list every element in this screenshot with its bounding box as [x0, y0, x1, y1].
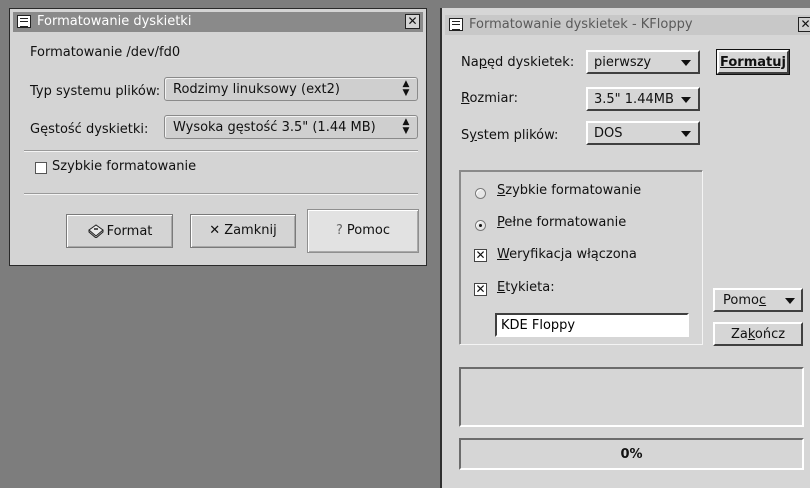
- floppy-disk-icon: [87, 224, 104, 239]
- filesystem-type-value: Rodzimy linuksowy (ext2): [173, 82, 340, 97]
- separator: [24, 193, 418, 195]
- filesystem-value: DOS: [594, 126, 623, 141]
- density-value: Wysoka gęstość 3.5" (1.44 MB): [173, 120, 376, 135]
- close-button[interactable]: ✕ Zamknij: [190, 214, 296, 248]
- close-window-button[interactable]: ✕: [405, 14, 420, 29]
- dialog-title: Formatowanie dyskietki: [37, 14, 192, 29]
- filesystem-combo[interactable]: DOS: [586, 121, 700, 145]
- volume-label-checkbox[interactable]: ✕: [474, 283, 487, 296]
- format-button[interactable]: Formatuj: [716, 49, 790, 75]
- close-button-label: Zamknij: [224, 223, 277, 238]
- quick-format-label: Szybkie formatowanie: [497, 183, 642, 198]
- format-button-label: Format: [106, 224, 153, 239]
- quick-format-checkbox[interactable]: [35, 162, 47, 174]
- density-label: Gęstość dyskietki:: [30, 122, 149, 137]
- up-down-arrows-icon: ▲ ▼: [402, 117, 410, 136]
- close-window-button[interactable]: ✕: [798, 17, 810, 32]
- help-button[interactable]: Pomoc: [713, 288, 803, 312]
- dialog-titlebar[interactable]: Formatowanie dyskietki ✕: [13, 12, 423, 32]
- format-button-label: Formatuj: [720, 55, 786, 70]
- quick-format-radio[interactable]: [475, 188, 486, 199]
- progress-text: 0%: [620, 447, 643, 462]
- full-format-radio[interactable]: [475, 220, 486, 231]
- verify-checkbox[interactable]: ✕: [474, 249, 487, 262]
- drive-value: pierwszy: [594, 55, 652, 70]
- volume-label-label: Etykieta:: [497, 280, 555, 295]
- window-menu-icon[interactable]: [17, 15, 31, 28]
- x-icon: ✕: [209, 223, 221, 238]
- density-select[interactable]: Wysoka gęstość 3.5" (1.44 MB) ▲ ▼: [164, 115, 418, 139]
- dropdown-arrow-icon: [785, 298, 795, 304]
- kfloppy-title: Formatowanie dyskietek - KFloppy: [469, 17, 693, 32]
- filesystem-type-label: Typ systemu plików:: [30, 84, 161, 99]
- up-down-arrows-icon: ▲ ▼: [402, 79, 410, 98]
- filesystem-type-select[interactable]: Rodzimy linuksowy (ext2) ▲ ▼: [164, 77, 418, 101]
- full-format-label: Pełne formatowanie: [497, 215, 627, 230]
- quick-format-label: Szybkie formatowanie: [52, 159, 197, 174]
- drive-label: Napęd dyskietek:: [461, 55, 575, 70]
- help-button[interactable]: ? Pomoc: [307, 209, 419, 253]
- dropdown-arrow-icon: [681, 60, 691, 66]
- verify-label: Weryfikacja włączona: [497, 247, 637, 262]
- volume-label-field[interactable]: [495, 313, 689, 337]
- filesystem-label: System plików:: [461, 128, 559, 143]
- question-icon: ?: [335, 223, 343, 238]
- size-combo[interactable]: 3.5" 1.44MB: [586, 87, 700, 111]
- drive-combo[interactable]: pierwszy: [586, 50, 700, 74]
- device-line: Formatowanie /dev/fd0: [30, 45, 181, 60]
- size-label: Rozmiar:: [461, 91, 518, 106]
- volume-label-input[interactable]: [501, 317, 676, 333]
- dropdown-arrow-icon: [681, 131, 691, 137]
- separator: [24, 150, 418, 152]
- window-menu-icon[interactable]: [449, 18, 463, 31]
- kfloppy-window: Formatowanie dyskietek - KFloppy ✕ Napęd…: [440, 8, 810, 488]
- format-floppy-dialog: Formatowanie dyskietki ✕ Formatowanie /d…: [9, 8, 427, 266]
- size-value: 3.5" 1.44MB: [594, 92, 674, 107]
- progress-bar: 0%: [459, 438, 804, 470]
- quit-button[interactable]: Zakończ: [713, 322, 803, 346]
- status-area: [459, 367, 804, 427]
- help-button-label: Pomoc: [346, 223, 390, 238]
- kfloppy-titlebar[interactable]: Formatowanie dyskietek - KFloppy ✕: [445, 15, 810, 35]
- dropdown-arrow-icon: [681, 97, 691, 103]
- format-button[interactable]: Format: [66, 214, 173, 248]
